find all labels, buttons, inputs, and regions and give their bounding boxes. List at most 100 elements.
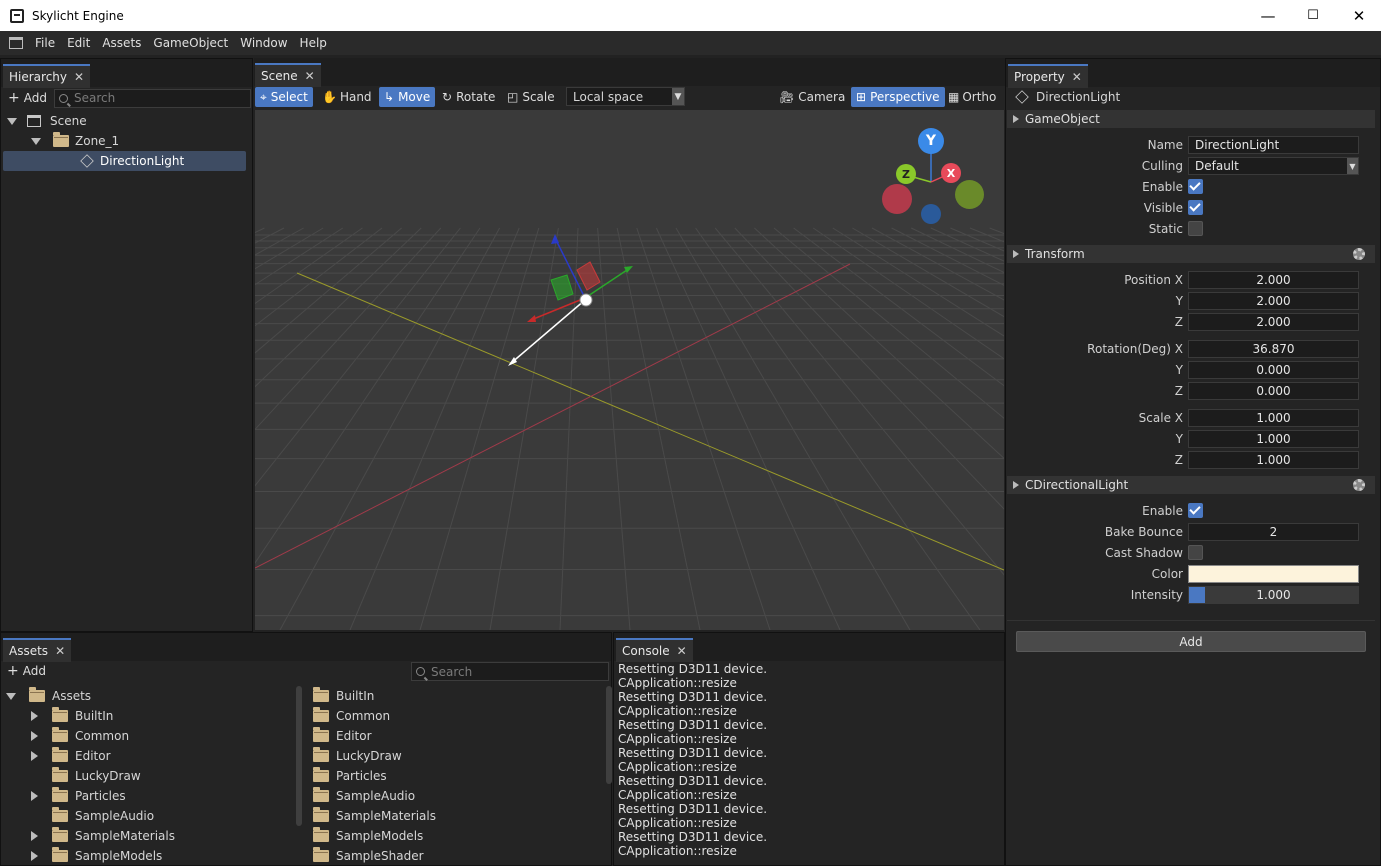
close-button[interactable]: ✕ <box>1336 0 1381 31</box>
tree-item-folder[interactable]: Particles <box>31 786 126 806</box>
gear-icon[interactable] <box>1353 248 1365 260</box>
section-gameobject[interactable]: GameObject <box>1007 110 1375 128</box>
rotation-x-field[interactable]: 36.870 <box>1188 340 1359 358</box>
culling-dropdown[interactable]: Default ▼ <box>1188 157 1359 175</box>
tree-item-folder[interactable]: Common <box>31 726 129 746</box>
menu-assets[interactable]: Assets <box>96 36 147 50</box>
rotation-z-field[interactable]: 0.000 <box>1188 382 1359 400</box>
scale-tool-button[interactable]: ◰ Scale <box>502 87 560 107</box>
expand-arrow-icon[interactable] <box>7 117 17 125</box>
z-axis-handle[interactable]: Z <box>896 164 916 184</box>
assets-add-button[interactable]: + Add <box>7 663 46 679</box>
name-field[interactable]: DirectionLight <box>1188 136 1359 154</box>
section-directional-light[interactable]: CDirectionalLight <box>1007 476 1375 494</box>
close-tab-icon[interactable]: ✕ <box>1072 70 1082 84</box>
y-axis-handle[interactable]: Y <box>918 128 944 154</box>
menu-window[interactable]: Window <box>234 36 293 50</box>
asset-folder-item[interactable]: Particles <box>313 766 387 786</box>
list-scrollbar[interactable] <box>606 686 612 784</box>
tree-item-folder[interactable]: SampleMaterials <box>31 826 175 846</box>
tree-item-folder[interactable]: LuckyDraw <box>31 766 141 786</box>
section-transform[interactable]: Transform <box>1007 245 1375 263</box>
tree-item-folder[interactable]: BuiltIn <box>31 706 113 726</box>
tree-item-directionlight[interactable]: DirectionLight <box>3 151 246 171</box>
tab-assets[interactable]: Assets ✕ <box>3 638 72 662</box>
asset-folder-item[interactable]: SampleShader <box>313 846 424 866</box>
ortho-button[interactable]: ▦ Ortho <box>943 87 1001 107</box>
x-axis-handle[interactable]: X <box>941 163 961 183</box>
transform-gizmo[interactable] <box>508 234 633 366</box>
window-menu-icon[interactable] <box>9 37 23 49</box>
color-swatch[interactable] <box>1188 565 1359 583</box>
rotation-y-field[interactable]: 0.000 <box>1188 361 1359 379</box>
scene-viewport[interactable]: Y Z X <box>255 110 1004 630</box>
tree-item-scene[interactable]: Scene <box>7 111 87 131</box>
tab-property[interactable]: Property ✕ <box>1008 64 1088 88</box>
minimize-button[interactable]: — <box>1245 0 1291 31</box>
asset-folder-item[interactable]: LuckyDraw <box>313 746 402 766</box>
expand-arrow-icon[interactable] <box>31 751 38 761</box>
bake-bounce-field[interactable]: 2 <box>1188 523 1359 541</box>
position-x-field[interactable]: 2.000 <box>1188 271 1359 289</box>
camera-button[interactable]: 🎥︎ Camera <box>774 87 850 107</box>
neg-x-axis-handle[interactable] <box>882 184 912 214</box>
expand-arrow-icon[interactable] <box>31 831 38 841</box>
tab-scene[interactable]: Scene ✕ <box>255 63 321 87</box>
expand-arrow-icon[interactable] <box>31 731 38 741</box>
tab-hierarchy[interactable]: Hierarchy ✕ <box>3 64 91 88</box>
asset-folder-item[interactable]: Common <box>313 706 390 726</box>
menu-gameobject[interactable]: GameObject <box>147 36 234 50</box>
hand-tool-button[interactable]: ✋ Hand <box>317 87 377 107</box>
close-tab-icon[interactable]: ✕ <box>677 644 687 658</box>
tree-item-zone[interactable]: Zone_1 <box>31 131 119 151</box>
scale-z-field[interactable]: 1.000 <box>1188 451 1359 469</box>
collapse-arrow-icon[interactable] <box>1013 115 1019 123</box>
asset-folder-item[interactable]: SampleMaterials <box>313 806 436 826</box>
cast-shadow-checkbox[interactable] <box>1188 545 1203 560</box>
tree-scrollbar[interactable] <box>296 686 302 826</box>
neg-z-axis-handle[interactable] <box>955 180 984 209</box>
expand-arrow-icon[interactable] <box>31 711 38 721</box>
expand-arrow-icon[interactable] <box>31 137 41 145</box>
view-gizmo[interactable]: Y Z X <box>875 125 990 225</box>
enable-checkbox[interactable] <box>1188 179 1203 194</box>
space-dropdown[interactable]: Local space ▼ <box>566 87 685 106</box>
tab-console[interactable]: Console ✕ <box>616 638 693 662</box>
chevron-down-icon[interactable]: ▼ <box>672 88 684 105</box>
close-tab-icon[interactable]: ✕ <box>55 644 65 658</box>
asset-folder-item[interactable]: SampleModels <box>313 826 423 846</box>
rotate-tool-button[interactable]: ↻ Rotate <box>437 87 500 107</box>
gear-icon[interactable] <box>1353 479 1365 491</box>
move-tool-button[interactable]: ↳ Move <box>379 87 436 107</box>
static-checkbox[interactable] <box>1188 221 1203 236</box>
assets-search-input[interactable]: Search <box>411 662 609 681</box>
asset-folder-item[interactable]: Editor <box>313 726 372 746</box>
expand-arrow-icon[interactable] <box>6 692 16 700</box>
slider-fill[interactable] <box>1189 587 1205 603</box>
asset-folder-item[interactable]: SampleAudio <box>313 786 415 806</box>
collapse-arrow-icon[interactable] <box>1013 481 1019 489</box>
maximize-button[interactable]: ☐ <box>1290 0 1336 31</box>
collapse-arrow-icon[interactable] <box>1013 250 1019 258</box>
asset-folder-item[interactable]: BuiltIn <box>313 686 374 706</box>
menu-edit[interactable]: Edit <box>61 36 96 50</box>
scale-y-field[interactable]: 1.000 <box>1188 430 1359 448</box>
add-component-button[interactable]: Add <box>1016 631 1366 652</box>
position-z-field[interactable]: 2.000 <box>1188 313 1359 331</box>
menu-help[interactable]: Help <box>294 36 333 50</box>
tree-item-folder[interactable]: Editor <box>31 746 111 766</box>
expand-arrow-icon[interactable] <box>31 851 38 861</box>
close-tab-icon[interactable]: ✕ <box>305 69 315 83</box>
position-y-field[interactable]: 2.000 <box>1188 292 1359 310</box>
tree-item-assets-root[interactable]: Assets <box>6 686 91 706</box>
expand-arrow-icon[interactable] <box>31 791 38 801</box>
select-tool-button[interactable]: ⌖ Select <box>255 87 313 107</box>
visible-checkbox[interactable] <box>1188 200 1203 215</box>
perspective-button[interactable]: ⊞ Perspective <box>851 87 945 107</box>
chevron-down-icon[interactable]: ▼ <box>1347 158 1358 174</box>
intensity-slider[interactable]: 1.000 <box>1188 586 1359 604</box>
add-button[interactable]: + Add <box>8 90 47 106</box>
scale-x-field[interactable]: 1.000 <box>1188 409 1359 427</box>
light-enable-checkbox[interactable] <box>1188 503 1203 518</box>
tree-item-folder[interactable]: SampleModels <box>31 846 162 866</box>
